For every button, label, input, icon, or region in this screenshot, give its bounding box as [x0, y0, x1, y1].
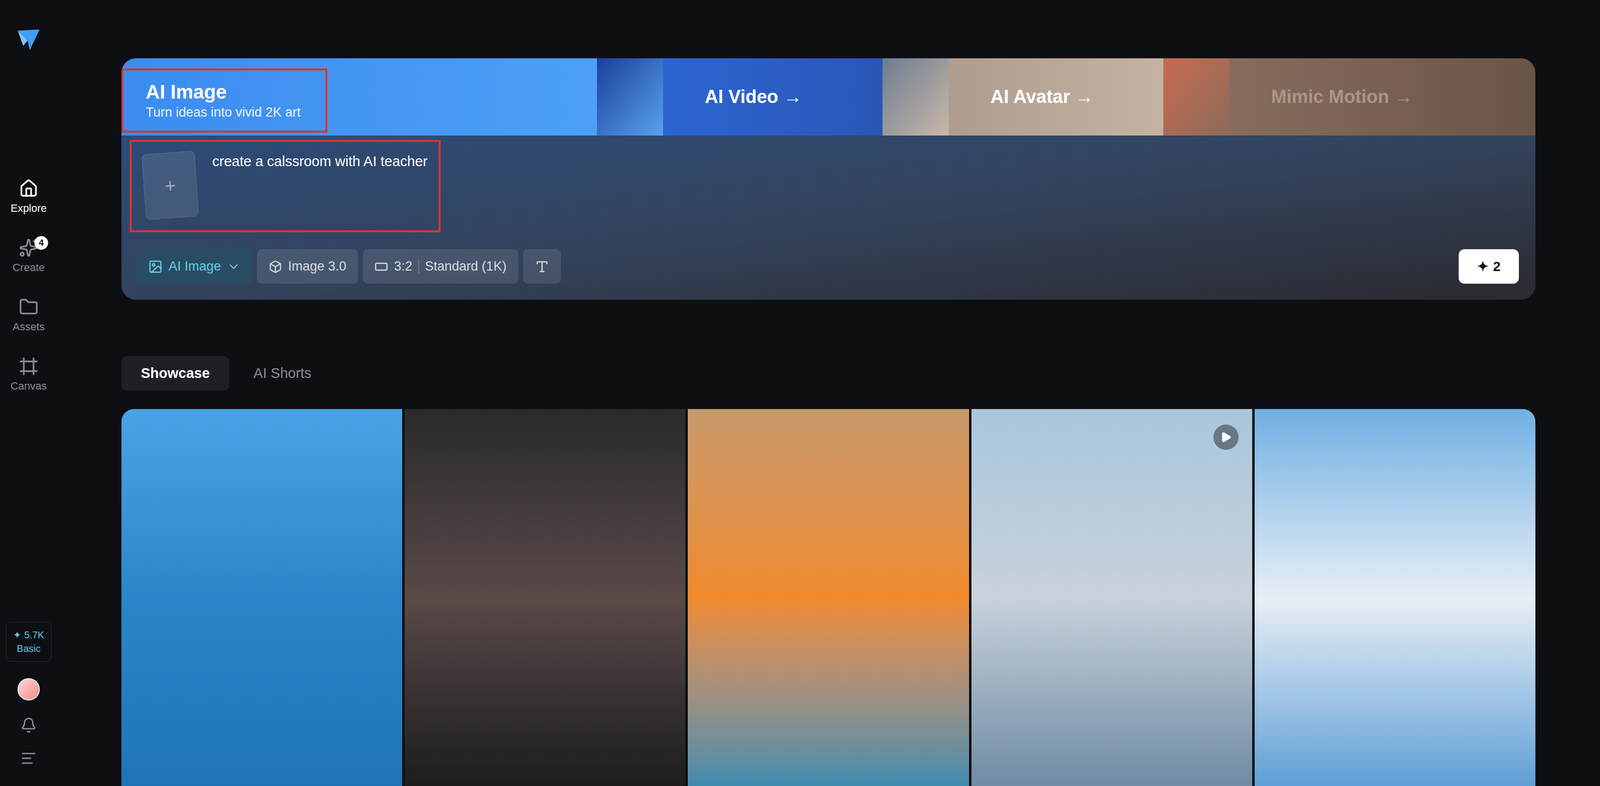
mode-thumbnail — [1163, 58, 1230, 136]
sidebar-item[interactable]: Explore — [10, 178, 48, 215]
sidebar: Explore 4Create Assets Canvas ✦ 5.7KBasic — [0, 0, 58, 786]
cube-icon — [268, 259, 283, 274]
gallery-tab[interactable]: AI Shorts — [234, 356, 331, 391]
image-icon — [148, 259, 163, 274]
mode-tab[interactable]: Mimic Motion → — [1163, 58, 1536, 136]
chevron-down-icon — [226, 259, 241, 274]
logo-icon[interactable] — [15, 26, 42, 53]
play-icon — [1220, 431, 1232, 443]
prompt-panel: + create a calssroom with AI teacher AI Im… — [121, 135, 1536, 300]
sidebar-nav: Explore 4Create Assets Canvas — [10, 178, 48, 393]
text-style-button[interactable] — [523, 249, 562, 284]
gallery-tab[interactable]: Showcase — [121, 356, 230, 391]
credits-box[interactable]: ✦ 5.7KBasic — [5, 621, 52, 662]
text-style-icon — [534, 259, 550, 274]
mode-banner: AI ImageTurn ideas into vivid 2K artAI V… — [121, 58, 1536, 136]
prompt-area[interactable]: + create a calssroom with AI teacher — [129, 139, 441, 233]
gallery-card[interactable] — [404, 408, 686, 786]
avatar[interactable] — [17, 678, 40, 701]
sidebar-item[interactable]: Canvas — [10, 356, 48, 393]
sidebar-item[interactable]: 4Create — [12, 238, 45, 274]
mode-thumbnail — [882, 58, 949, 136]
model-button[interactable]: Image 3.0 — [256, 249, 358, 284]
gallery-tabs: ShowcaseAI Shorts — [121, 356, 1536, 391]
video-badge — [1213, 424, 1239, 450]
upload-button[interactable]: + — [141, 150, 199, 220]
prompt-text[interactable]: create a calssroom with AI teacher — [212, 152, 428, 171]
toolbar: AI ImageImage 3.03:2Standard (1K) ✦2 — [129, 249, 1528, 284]
badge: 4 — [34, 236, 49, 250]
mode-thumbnail — [596, 58, 664, 136]
gallery-card[interactable] — [121, 408, 403, 786]
gallery-grid — [121, 408, 1536, 786]
home-icon — [18, 178, 39, 199]
folder-icon — [18, 297, 39, 317]
menu-icon[interactable] — [20, 749, 37, 767]
bell-icon[interactable] — [20, 716, 37, 734]
mode-tab[interactable]: AI ImageTurn ideas into vivid 2K art — [121, 58, 597, 136]
gallery-card[interactable] — [971, 408, 1253, 786]
generate-button[interactable]: ✦2 — [1458, 249, 1519, 284]
mode-tab[interactable]: AI Video → — [596, 58, 883, 136]
canvas-icon — [18, 356, 39, 376]
gallery-card[interactable] — [1254, 408, 1536, 786]
app: Explore 4Create Assets Canvas ✦ 5.7KBasic AI … — [0, 0, 1600, 786]
mode-dropdown[interactable]: AI Image — [136, 249, 253, 284]
sidebar-item[interactable]: Assets — [12, 297, 45, 334]
main-content: AI ImageTurn ideas into vivid 2K artAI V… — [57, 0, 1600, 786]
gallery-card[interactable] — [687, 408, 969, 786]
size-button[interactable]: 3:2Standard (1K) — [362, 249, 519, 284]
ratio-icon — [374, 259, 389, 274]
mode-tab[interactable]: AI Avatar → — [882, 58, 1164, 136]
